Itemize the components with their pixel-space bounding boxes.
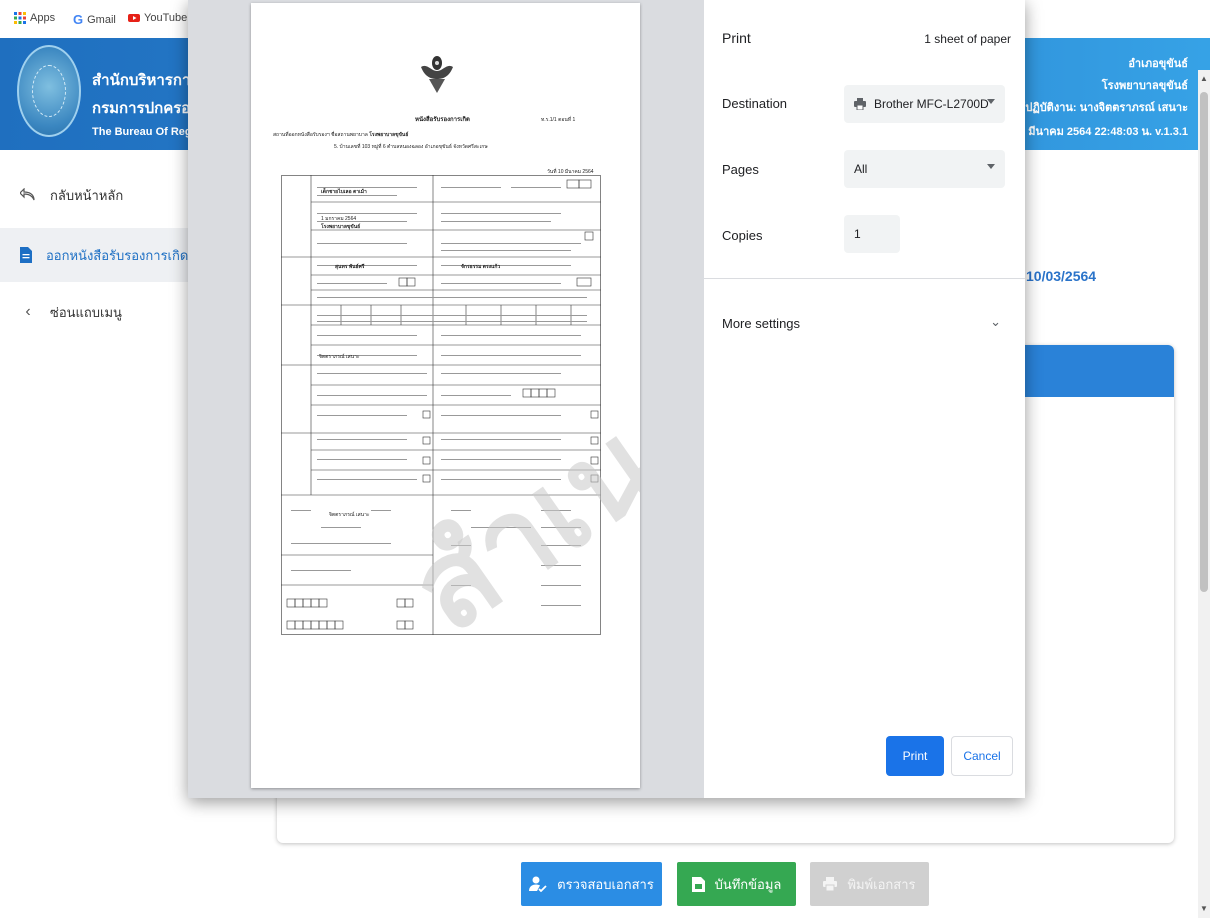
- destination-select[interactable]: Brother MFC-L2700D s: [844, 85, 1005, 123]
- header-district: อำเภอขุขันธ์: [1128, 58, 1188, 70]
- bookmark-label: Apps: [30, 12, 56, 24]
- sheet-count: 1 sheet of paper: [924, 32, 1011, 46]
- bookmark-apps[interactable]: Apps: [14, 12, 55, 24]
- destination-label: Destination: [722, 96, 788, 111]
- scroll-up-arrow-icon[interactable]: ▲: [1199, 74, 1209, 84]
- save-data-button[interactable]: บันทึกข้อมูล: [677, 862, 796, 906]
- print-settings-panel: Print 1 sheet of paper Destination Broth…: [704, 0, 1025, 798]
- chevron-down-icon: [987, 164, 995, 169]
- document-form-code: ท.ร.1/1 ตอนที่ 1: [541, 117, 576, 123]
- seal-inner-ring: [32, 65, 66, 117]
- garuda-emblem-icon: [421, 56, 453, 93]
- chevron-down-icon[interactable]: ⌄: [990, 314, 1001, 330]
- verify-document-button[interactable]: ตรวจสอบเอกสาร: [521, 862, 662, 906]
- birth-place: โรงพยาบาลขุขันธ์: [321, 224, 361, 230]
- save-document-icon: [691, 876, 705, 892]
- document-icon: [20, 247, 32, 263]
- sidebar-item-birth-certificate[interactable]: ออกหนังสือรับรองการเกิด: [0, 228, 190, 282]
- print-document-button[interactable]: พิมพ์เอกสาร: [810, 862, 929, 906]
- more-settings-toggle[interactable]: More settings: [722, 316, 800, 331]
- header-operator: ผู้ปฏิบัติงาน: นางจิตตราภรณ์ เสนาะ: [1018, 102, 1188, 114]
- department-seal-logo: [17, 45, 81, 137]
- save-button-label: บันทึกข้อมูล: [714, 876, 782, 892]
- print-dialog: หนังสือรับรองการเกิด ท.ร.1/1 ตอนที่ 1 สถ…: [188, 0, 1025, 798]
- bookmark-gmail[interactable]: G Gmail: [73, 12, 116, 27]
- chevron-left-icon: ‹: [25, 303, 31, 320]
- document-line1: สถานที่ออกหนังสือรับรองฯ ชื่อสถานพยาบาล …: [273, 132, 409, 138]
- user-check-icon: [529, 876, 547, 892]
- destination-value: Brother MFC-L2700D s: [874, 97, 992, 111]
- verify-button-label: ตรวจสอบเอกสาร: [557, 876, 654, 892]
- informant-name: จิตตราภรณ์ เสนาะ: [319, 354, 360, 360]
- pages-select[interactable]: All: [844, 150, 1005, 188]
- sidebar-item-label: ซ่อนแถบเมนู: [50, 304, 122, 320]
- org-name-line2: กรมการปกครอง: [92, 100, 198, 117]
- print-preview-page: หนังสือรับรองการเกิด ท.ร.1/1 ตอนที่ 1 สถ…: [251, 3, 640, 788]
- scroll-down-arrow-icon[interactable]: ▼: [1199, 904, 1209, 914]
- header-timestamp: 10 มีนาคม 2564 22:48:03 น. v.1.3.1: [1013, 126, 1188, 138]
- printer-icon: [823, 877, 838, 891]
- copies-input[interactable]: 1: [844, 215, 900, 253]
- apps-grid-icon: [14, 12, 26, 24]
- sidebar-item-label: ออกหนังสือรับรองการเกิด: [46, 247, 189, 263]
- document-date: 10/03/2564: [1026, 268, 1097, 284]
- sidebar-item-hide-menu[interactable]: ‹ ซ่อนแถบเมนู: [0, 285, 190, 339]
- pages-value: All: [854, 162, 868, 176]
- bookmark-youtube[interactable]: YouTube: [128, 12, 187, 24]
- back-arrow-icon: [20, 188, 35, 201]
- copies-label: Copies: [722, 228, 763, 243]
- print-button-label: พิมพ์เอกสาร: [847, 876, 916, 892]
- sidebar-item-home[interactable]: กลับหน้าหลัก: [0, 168, 190, 222]
- scrollbar-thumb[interactable]: [1200, 92, 1208, 592]
- signature-name: จิตตราภรณ์ เสนาะ: [329, 512, 370, 518]
- birth-date: 1 มกราคม 2564: [321, 216, 357, 222]
- settings-divider: [704, 278, 1025, 279]
- print-title: Print: [722, 30, 751, 46]
- child-name: เด็กชายไบเลอ ตาเม้า: [321, 189, 367, 195]
- header-hospital: โรงพยาบาลขุขันธ์: [1101, 80, 1188, 92]
- bookmark-label: Gmail: [87, 13, 116, 26]
- youtube-icon: [128, 14, 140, 22]
- print-preview-pane: หนังสือรับรองการเกิด ท.ร.1/1 ตอนที่ 1 สถ…: [188, 0, 704, 798]
- document-title: หนังสือรับรองการเกิด: [415, 117, 470, 123]
- printer-icon: [854, 98, 866, 110]
- copies-value: 1: [854, 227, 861, 241]
- pages-label: Pages: [722, 162, 759, 177]
- google-icon: G: [73, 12, 84, 27]
- father-name: จักรธรรม ตรงแก้ว: [461, 264, 501, 270]
- print-button[interactable]: Print: [886, 736, 944, 776]
- bookmark-label: YouTube: [144, 12, 188, 24]
- chevron-down-icon: [987, 99, 995, 104]
- cancel-button[interactable]: Cancel: [951, 736, 1013, 776]
- mother-name: สุนทร พันธ์ศรี: [335, 264, 365, 270]
- document-line2: 5. บ้านเลขที่ 103 หมู่ที่ 6 ตำบลหนองฉลอง…: [334, 144, 488, 150]
- sidebar-item-label: กลับหน้าหลัก: [50, 187, 124, 203]
